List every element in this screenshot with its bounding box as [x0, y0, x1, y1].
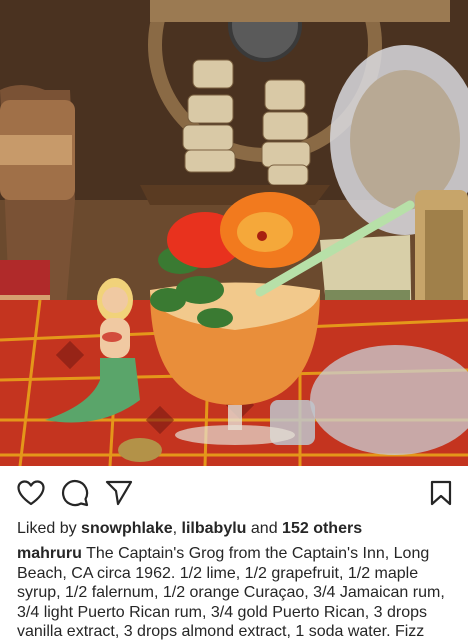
post-actions-bar — [0, 478, 468, 510]
liker-link[interactable]: snowphlake — [81, 520, 173, 537]
like-button[interactable] — [16, 478, 46, 508]
and-text: and — [250, 520, 278, 537]
caption-text: The Captain's Grog from the Captain's In… — [17, 545, 445, 640]
others-likes-link[interactable]: 152 others — [282, 520, 362, 537]
liker-link[interactable]: lilbabylu — [182, 520, 247, 537]
share-button[interactable] — [104, 478, 134, 508]
author-username[interactable]: mahruru — [17, 545, 82, 562]
post-caption: mahruru The Captain's Grog from the Capt… — [17, 544, 457, 640]
save-button[interactable] — [426, 478, 456, 508]
heart-icon — [17, 480, 45, 506]
send-icon — [105, 480, 133, 506]
liker-separator: , — [172, 520, 178, 537]
post-photo[interactable] — [0, 0, 468, 466]
comment-icon — [61, 479, 89, 507]
likes-summary: Liked by snowphlake, lilbabylu and 152 o… — [17, 518, 362, 540]
liked-by-prefix: Liked by — [17, 520, 77, 537]
bookmark-icon — [430, 480, 452, 506]
comment-button[interactable] — [60, 478, 90, 508]
